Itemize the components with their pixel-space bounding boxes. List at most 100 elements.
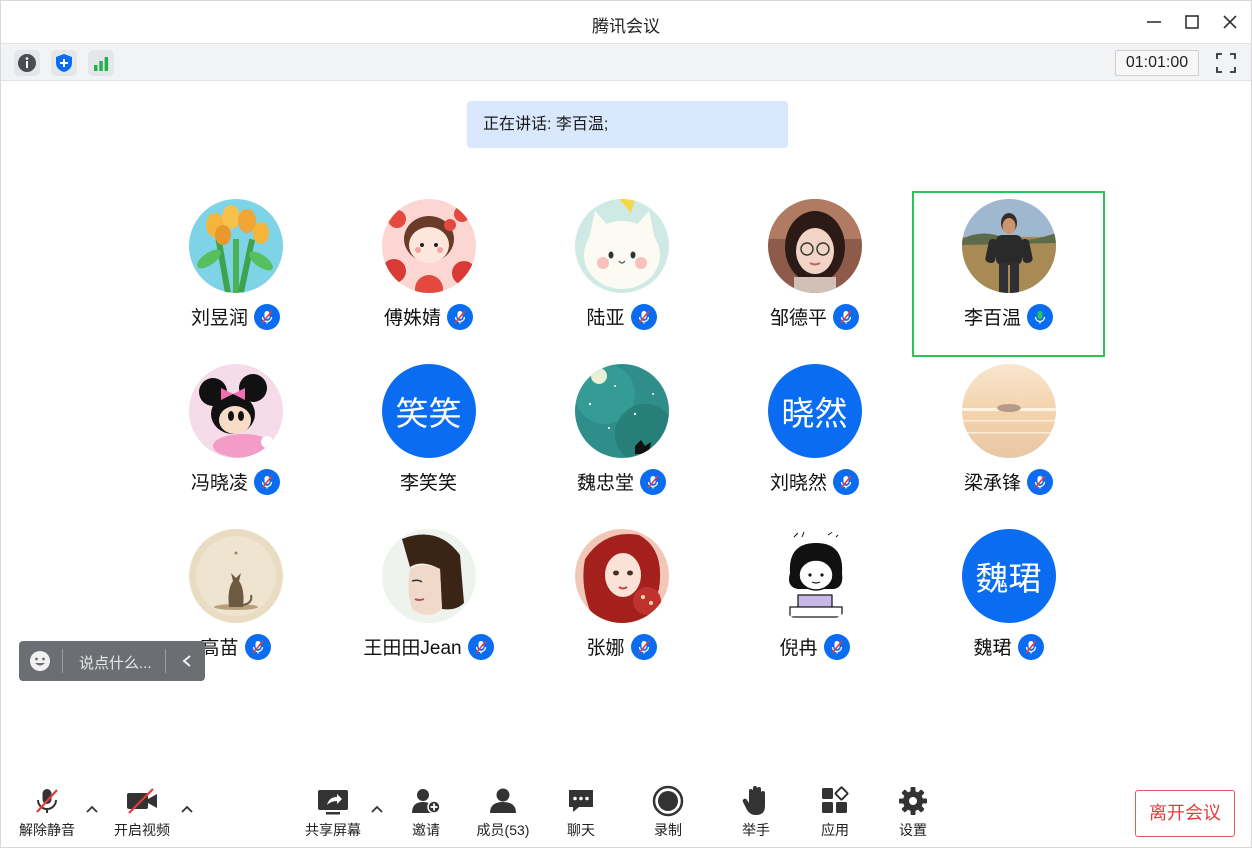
apps-button[interactable]: 应用 [800,785,870,841]
participant-name: 梁承锋 [963,473,1021,494]
participant-tile[interactable]: 魏忠堂 [525,356,718,522]
muted-mic-icon [833,303,859,330]
avatar [961,199,1056,293]
participant-name: 高苗 [200,638,239,659]
record-button[interactable]: 录制 [633,785,703,841]
collapse-chat-button[interactable] [177,651,197,671]
participant-name: 冯晓凌 [190,473,248,494]
add-user-icon [412,789,441,814]
chat-quick-input[interactable]: 说点什么... [19,641,205,681]
leave-meeting-button[interactable]: 离开会议 [1135,790,1235,837]
gear-icon [899,787,927,815]
fullscreen-button[interactable] [1213,50,1239,76]
avatar [574,529,669,623]
muted-mic-icon [630,633,657,660]
cat-sketch-avatar-image [188,529,283,623]
close-button[interactable] [1217,9,1243,35]
chevron-up-icon [181,805,193,813]
info-icon [18,54,36,72]
hand-icon [742,786,765,815]
chat-label: 聊天 [567,822,595,838]
signal-icon [94,57,109,71]
muted-mic-icon [833,468,859,495]
participant-name: 傅姝婧 [383,308,441,329]
avatar [767,199,862,293]
minimize-icon [1147,21,1161,23]
chat-button[interactable]: 聊天 [546,785,616,841]
muted-mic-icon [1027,468,1053,495]
muted-mic-icon [447,303,473,330]
record-icon [652,785,684,817]
chevron-left-icon [182,655,191,667]
emoji-icon[interactable] [29,650,51,672]
network-status-button[interactable] [88,50,114,76]
avatar [381,199,476,293]
participant-tile[interactable]: 张娜 [525,521,718,687]
avatar-initials: 笑笑 [381,364,476,458]
raise-hand-button[interactable]: 举手 [721,785,791,841]
participant-name: 刘昱润 [190,308,248,329]
share-screen-button[interactable]: 共享屏幕 [298,785,368,841]
close-icon [1223,15,1237,29]
raise-hand-label: 举手 [742,822,770,838]
status-bar: 01:01:00 [1,43,1251,81]
participant-name: 倪冉 [779,638,818,659]
white-cat-avatar-image [574,199,669,293]
participant-tile[interactable]: 晓然 刘晓然 [718,356,911,522]
minimize-button[interactable] [1141,9,1167,35]
participant-tile[interactable]: 王田田Jean [332,521,525,687]
settings-button[interactable]: 设置 [878,785,948,841]
members-icon [490,788,516,813]
participant-tile[interactable]: 笑笑 李笑笑 [332,356,525,522]
participant-tile[interactable]: 倪冉 [718,521,911,687]
woman-glasses-avatar-image [767,199,862,293]
maximize-icon [1185,15,1199,29]
video-options-caret[interactable] [179,801,195,817]
avatar [961,364,1056,458]
start-video-button[interactable]: 开启视频 [107,785,177,841]
muted-mic-icon [467,633,494,660]
settings-label: 设置 [899,822,927,838]
red-hair-girl-avatar-image [574,529,669,623]
security-button[interactable] [51,50,77,76]
participant-tile[interactable]: 刘昱润 [139,191,332,357]
participant-tile[interactable]: 邹德平 [718,191,911,357]
record-label: 录制 [654,822,682,838]
speaking-mic-icon [1027,303,1053,330]
participant-name: 魏珺 [973,638,1012,659]
cartoon-girl-avatar-image [381,199,476,293]
participant-tile[interactable]: 陆亚 [525,191,718,357]
participant-tile[interactable]: 魏珺 魏珺 [912,521,1105,687]
mic-muted-icon [36,789,58,813]
unmute-button[interactable]: 解除静音 [12,785,82,841]
participant-tile[interactable]: 傅姝婧 [332,191,525,357]
share-screen-label: 共享屏幕 [305,822,361,838]
members-button[interactable]: 成员(53) [468,785,538,841]
avatar [574,364,669,458]
meeting-timer: 01:01:00 [1115,50,1199,76]
speaking-prefix: 正在讲话: [483,116,552,133]
share-screen-icon [318,790,348,815]
members-label: 成员(53) [476,822,530,838]
participant-tile[interactable]: 冯晓凌 [139,356,332,522]
invite-button[interactable]: 邀请 [391,785,461,841]
sunset-sea-avatar-image [961,364,1056,458]
participant-tile[interactable]: 梁承锋 [912,356,1105,522]
chat-input-placeholder[interactable]: 说点什么... [79,652,152,673]
maximize-button[interactable] [1179,9,1205,35]
man-field-avatar-image [961,199,1056,293]
doodle-girl-avatar-image [767,529,862,623]
participant-name: 刘晓然 [769,473,827,494]
participant-name: 魏忠堂 [576,473,634,494]
share-options-caret[interactable] [369,801,385,817]
audio-options-caret[interactable] [84,801,100,817]
muted-mic-icon [1017,633,1044,660]
divider [165,649,166,673]
participant-name: 李笑笑 [399,473,457,494]
meeting-info-button[interactable] [14,50,40,76]
meeting-window: 腾讯会议 01:01:00 正在讲话: 李百温; 刘昱润 傅姝婧 陆亚 邹德平 … [0,0,1252,848]
participant-tile-speaking[interactable]: 李百温 [912,191,1105,357]
minnie-avatar-image [188,364,283,458]
title-bar: 腾讯会议 [1,1,1251,43]
participant-name: 陆亚 [586,308,625,329]
